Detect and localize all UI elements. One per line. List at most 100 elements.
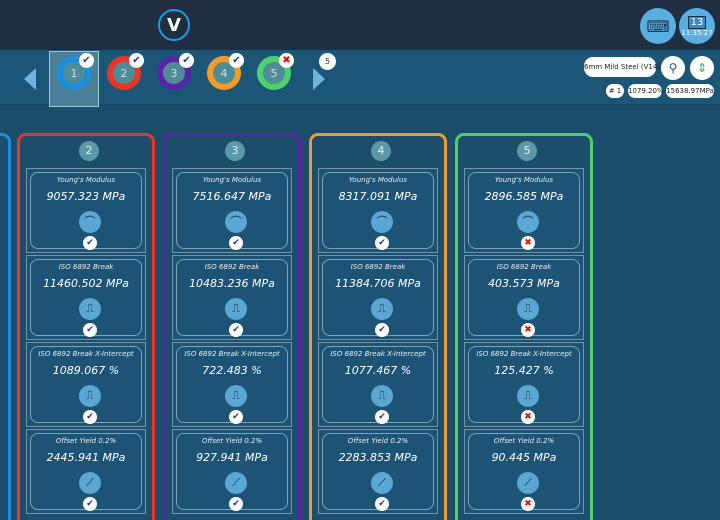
break-intercept-chart-icon: ⎍ [371,385,393,407]
curve-icon: ⌒ [371,211,393,233]
keyboard-button[interactable]: ⌨ [640,8,676,44]
specimen-tab-3[interactable]: 3 ✔ [157,53,194,90]
balance-icon: ⇕ [696,61,708,75]
result-title: Young's Modulus [56,176,116,184]
check-icon: ✔ [375,497,389,511]
test-frame-button[interactable]: ⚲ [661,56,685,80]
tab-label: 5 [270,66,278,80]
result-title: ISO 6892 Break [204,263,260,271]
result-card[interactable]: Young's Modulus 8317.091 MPa ⌒ ✔ [318,168,438,253]
result-value: 1089.067 % [52,364,120,377]
result-value: 11384.706 MPa [335,277,421,290]
check-icon: ✔ [179,53,194,68]
app-logo[interactable]: V [158,9,190,41]
result-title: Young's Modulus [348,176,408,184]
specimen-tab-1[interactable]: 1 ✔ [57,53,94,90]
cross-icon: ✖ [521,497,535,511]
result-value: 1077.467 % [344,364,412,377]
curve-icon: ⌒ [225,211,247,233]
result-card[interactable]: ISO 6892 Break X-Intercept 722.483 % ⎍ ✔ [172,342,292,427]
break-chart-icon: ⎍ [225,298,247,320]
result-card[interactable]: Offset Yield 0.2% 2283.853 MPa ⟋ ✔ [318,429,438,514]
balance-button[interactable]: ⇕ [690,56,714,80]
result-value: 9057.323 MPa [46,190,126,203]
check-icon: ✔ [229,323,243,337]
test-frame-icon: ⚲ [668,61,678,75]
check-icon: ✔ [83,323,97,337]
check-icon: ✔ [83,410,97,424]
result-title: ISO 6892 Break [58,263,114,271]
result-card[interactable]: Young's Modulus 7516.647 MPa ⌒ ✔ [172,168,292,253]
top-bar [0,0,720,50]
tab-count-badge: 5 [319,53,336,70]
result-card[interactable]: ISO 6892 Break 10483.236 MPa ⎍ ✔ [172,255,292,340]
check-icon: ✔ [83,497,97,511]
result-value: 90.445 MPa [491,451,557,464]
specimen-tab-4[interactable]: 4 ✔ [207,53,244,90]
check-icon: ✔ [375,410,389,424]
result-card[interactable]: ISO 6892 Break X-Intercept 125.427 % ⎍ ✖ [464,342,584,427]
result-title: Young's Modulus [202,176,262,184]
break-chart-icon: ⎍ [79,298,101,320]
column-number: 4 [371,141,391,161]
cross-icon: ✖ [521,236,535,250]
stress-readout: 15638.97MPa [666,84,714,98]
tab-label: 3 [170,66,178,80]
next-arrow-icon[interactable] [313,68,325,90]
result-title: ISO 6892 Break [496,263,552,271]
result-card[interactable]: Offset Yield 0.2% 927.941 MPa ⟋ ✔ [172,429,292,514]
curve-icon: ⌒ [517,211,539,233]
specimen-column-4: 4 Young's Modulus 8317.091 MPa ⌒ ✔ ISO 6… [309,133,447,520]
check-icon: ✔ [229,236,243,250]
specimen-column-5: 5 Young's Modulus 2896.585 MPa ⌒ ✖ ISO 6… [455,133,593,520]
cross-icon: ✖ [521,410,535,424]
result-title: ISO 6892 Break [350,263,406,271]
curve-icon: ⌒ [79,211,101,233]
offset-yield-icon: ⟋ [79,472,101,494]
column-number: 2 [79,141,99,161]
result-value: 7516.647 MPa [192,190,272,203]
break-chart-icon: ⎍ [371,298,393,320]
calendar-icon: 13 [687,15,707,29]
tab-label: 1 [70,66,78,80]
result-card[interactable]: ISO 6892 Break X-Intercept 1089.067 % ⎍ … [26,342,146,427]
material-selector[interactable]: 6mm Mild Steel (V14) [584,57,660,77]
break-intercept-chart-icon: ⎍ [225,385,247,407]
result-card[interactable]: ISO 6892 Break 403.573 MPa ⎍ ✖ [464,255,584,340]
offset-yield-icon: ⟋ [517,472,539,494]
column-number: 3 [225,141,245,161]
column-number: 5 [517,141,537,161]
result-value: 10483.236 MPa [189,277,275,290]
check-icon: ✔ [83,236,97,250]
previous-arrow-icon[interactable] [24,68,36,90]
offset-yield-icon: ⟋ [225,472,247,494]
result-card[interactable]: Young's Modulus 9057.323 MPa ⌒ ✔ [26,168,146,253]
result-value: 11460.502 MPa [43,277,129,290]
break-chart-icon: ⎍ [517,298,539,320]
specimen-column-1 [0,133,11,520]
strain-readout: 1079.20% [628,84,664,98]
result-title: Offset Yield 0.2% [201,437,263,445]
result-value: 2445.941 MPa [46,451,126,464]
check-icon: ✔ [229,497,243,511]
check-icon: ✔ [129,53,144,68]
result-card[interactable]: Young's Modulus 2896.585 MPa ⌒ ✖ [464,168,584,253]
result-title: ISO 6892 Break X-Intercept [330,350,426,358]
specimen-tab-5[interactable]: 5 ✖ [257,53,294,90]
result-value: 403.573 MPa [488,277,560,290]
result-card[interactable]: ISO 6892 Break 11384.706 MPa ⎍ ✔ [318,255,438,340]
result-card[interactable]: Offset Yield 0.2% 90.445 MPa ⟋ ✖ [464,429,584,514]
break-intercept-chart-icon: ⎍ [517,385,539,407]
calendar-button[interactable]: 13 11:35:27 [679,8,715,44]
result-card[interactable]: Offset Yield 0.2% 2445.941 MPa ⟋ ✔ [26,429,146,514]
clock-time: 11:35:27 [681,28,713,37]
result-title: Offset Yield 0.2% [347,437,409,445]
result-title: Offset Yield 0.2% [493,437,555,445]
check-icon: ✔ [229,53,244,68]
specimen-column-3: 3 Young's Modulus 7516.647 MPa ⌒ ✔ ISO 6… [163,133,301,520]
specimen-tab-2[interactable]: 2 ✔ [107,53,144,90]
result-title: ISO 6892 Break X-Intercept [38,350,134,358]
result-card[interactable]: ISO 6892 Break X-Intercept 1077.467 % ⎍ … [318,342,438,427]
result-value: 8317.091 MPa [338,190,418,203]
result-card[interactable]: ISO 6892 Break 11460.502 MPa ⎍ ✔ [26,255,146,340]
